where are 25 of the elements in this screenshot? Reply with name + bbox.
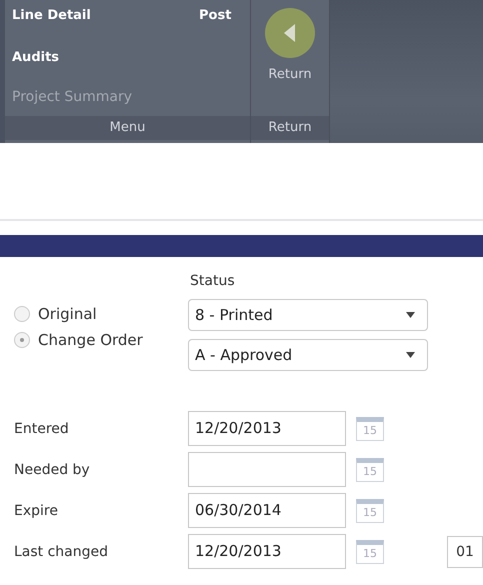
- return-button[interactable]: Return: [268, 67, 312, 82]
- date-field[interactable]: [188, 452, 346, 487]
- back-icon[interactable]: [264, 7, 316, 59]
- radio-button[interactable]: [14, 306, 30, 322]
- revision-field[interactable]: 01: [447, 536, 483, 568]
- menu-item[interactable]: Line Detail: [12, 8, 91, 23]
- field-label: Last changed: [14, 544, 110, 560]
- date-field[interactable]: 06/30/2014: [188, 493, 346, 528]
- radio-label: Change Order: [38, 331, 143, 349]
- radio-label: Original: [38, 305, 97, 323]
- status-dropdown[interactable]: 8 - Printed: [188, 299, 428, 331]
- field-label: Entered: [14, 420, 70, 436]
- dropdown-arrow-icon: [406, 312, 415, 318]
- date-field[interactable]: 12/20/2013: [188, 534, 346, 569]
- field-label: Expire: [14, 502, 59, 518]
- group-label: Menu: [5, 116, 250, 140]
- radio-button[interactable]: [14, 332, 30, 348]
- field-label: Status: [190, 273, 236, 289]
- status-dropdown[interactable]: A - Approved: [188, 339, 428, 371]
- group-label: Return: [251, 116, 329, 140]
- field-label: Needed by: [14, 462, 91, 478]
- menu-item[interactable]: Post: [199, 8, 232, 23]
- menu-item[interactable]: Audits: [12, 50, 60, 65]
- date-field[interactable]: 12/20/2013: [188, 411, 346, 446]
- dropdown-arrow-icon: [406, 352, 415, 358]
